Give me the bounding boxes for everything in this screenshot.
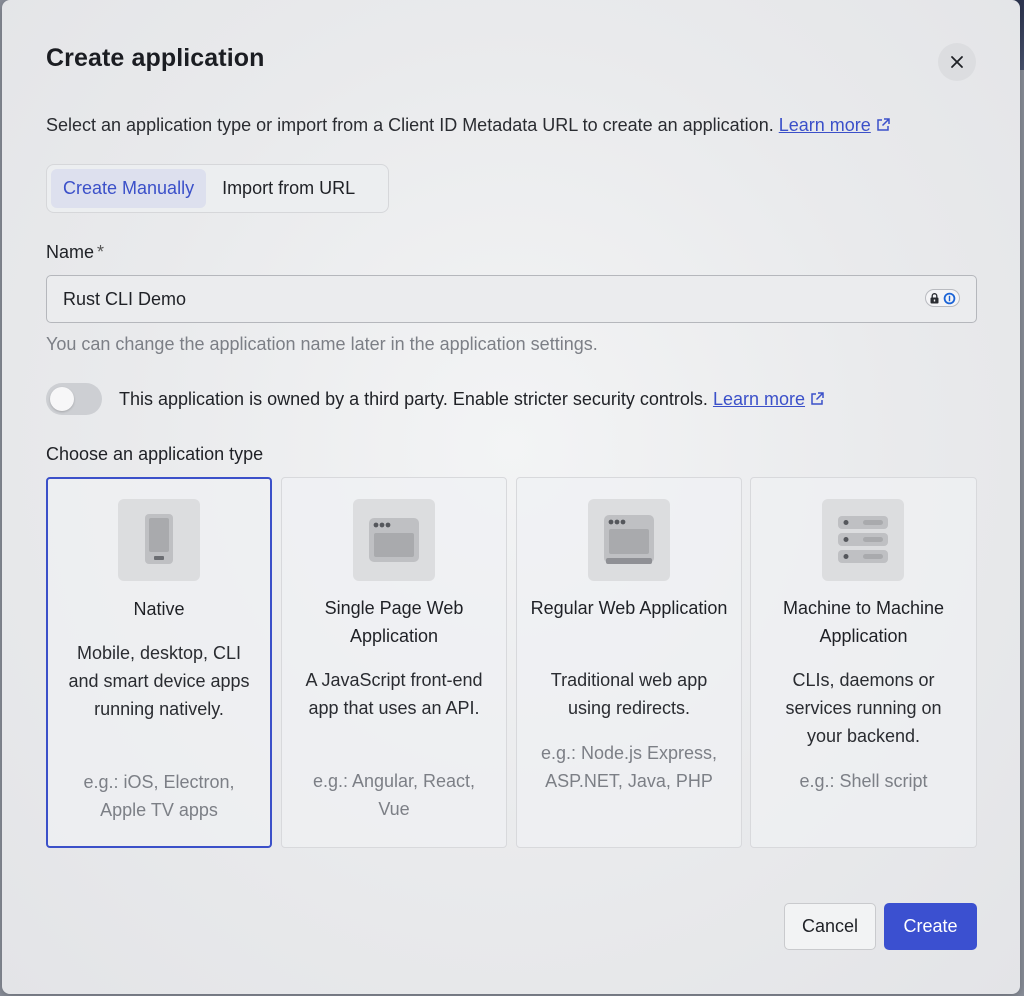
card-title: Machine to Machine Application <box>782 598 945 646</box>
subtitle-text: Select an application type or import fro… <box>46 115 774 135</box>
server-stack-icon <box>822 499 904 581</box>
card-example: e.g.: Shell script <box>799 771 928 791</box>
third-party-toggle[interactable] <box>46 383 102 415</box>
third-party-label: This application is owned by a third par… <box>119 389 825 410</box>
name-input[interactable] <box>46 275 977 323</box>
name-label-text: Name <box>46 242 95 262</box>
learn-more-link[interactable]: Learn more <box>779 115 871 135</box>
web-page-icon <box>588 499 670 581</box>
create-button[interactable]: Create <box>884 903 977 950</box>
third-party-text: This application is owned by a third par… <box>119 389 708 409</box>
external-link-icon <box>877 118 890 131</box>
card-description: CLIs, daemons or services running on you… <box>785 670 942 746</box>
dialog-subtitle: Select an application type or import fro… <box>46 115 891 136</box>
cancel-button[interactable]: Cancel <box>784 903 876 950</box>
app-type-card-regular-web[interactable]: Regular Web Application Traditional web … <box>516 477 742 848</box>
tab-create-manually[interactable]: Create Manually <box>51 169 207 208</box>
name-label: Name * <box>46 242 104 263</box>
card-description: Traditional web app using redirects. <box>550 670 708 718</box>
name-hint: You can change the application name late… <box>46 334 598 354</box>
close-button[interactable] <box>938 43 976 81</box>
password-manager-icon <box>943 292 956 304</box>
create-application-dialog: Create application Select an application… <box>2 0 1020 994</box>
browser-window-icon <box>353 499 435 581</box>
app-type-card-spa[interactable]: Single Page Web Application A JavaScript… <box>281 477 507 848</box>
mobile-device-icon <box>118 499 200 581</box>
dialog-title: Create application <box>46 44 265 72</box>
card-title: Single Page Web Application <box>324 598 464 646</box>
password-manager-badge[interactable] <box>925 289 960 307</box>
tab-import-from-url[interactable]: Import from URL <box>210 169 367 208</box>
card-example: e.g.: Node.js Express, ASP.NET, Java, PH… <box>540 743 718 791</box>
card-description: A JavaScript front-end app that uses an … <box>305 670 483 718</box>
card-example: e.g.: Angular, React, Vue <box>312 771 476 819</box>
card-title: Native <box>133 599 185 619</box>
third-party-learn-more-link[interactable]: Learn more <box>713 389 805 409</box>
close-icon <box>951 56 963 68</box>
external-link-icon <box>811 392 824 405</box>
creation-mode-tabs: Create Manually Import from URL <box>46 164 389 213</box>
app-type-card-m2m[interactable]: Machine to Machine Application CLIs, dae… <box>750 477 977 848</box>
card-description: Mobile, desktop, CLI and smart device ap… <box>68 643 250 719</box>
card-title: Regular Web Application <box>530 598 728 618</box>
lock-icon <box>930 292 939 303</box>
required-mark: * <box>97 242 105 262</box>
app-type-label: Choose an application type <box>46 444 264 464</box>
app-type-card-native[interactable]: Native Mobile, desktop, CLI and smart de… <box>46 477 272 848</box>
card-example: e.g.: iOS, Electron, Apple TV apps <box>83 772 235 820</box>
toggle-knob <box>50 387 74 411</box>
